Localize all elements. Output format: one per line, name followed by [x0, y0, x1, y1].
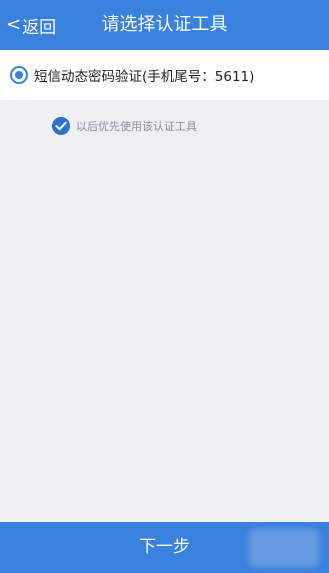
- radio-button[interactable]: [10, 66, 28, 84]
- auth-option-label: 短信动态密码验证(手机尾号：5611): [34, 69, 255, 85]
- auth-option-sms[interactable]: 短信动态密码验证(手机尾号：5611): [0, 50, 329, 100]
- remember-preference-checkbox[interactable]: 以后优先使用该认证工具: [52, 117, 197, 135]
- back-label: 返回: [22, 17, 57, 38]
- back-button[interactable]: < 返回: [6, 0, 56, 50]
- radio-selected-dot: [15, 71, 23, 79]
- remember-preference-label: 以后优先使用该认证工具: [76, 120, 197, 133]
- checkmark-icon: [52, 117, 70, 135]
- navbar: < 返回 请选择认证工具: [0, 0, 329, 50]
- chevron-left-icon: <: [6, 14, 22, 35]
- app-screen: < 返回 请选择认证工具 短信动态密码验证(手机尾号：5611) 以后优先使用该…: [0, 0, 329, 573]
- watermark-logo: [249, 529, 319, 567]
